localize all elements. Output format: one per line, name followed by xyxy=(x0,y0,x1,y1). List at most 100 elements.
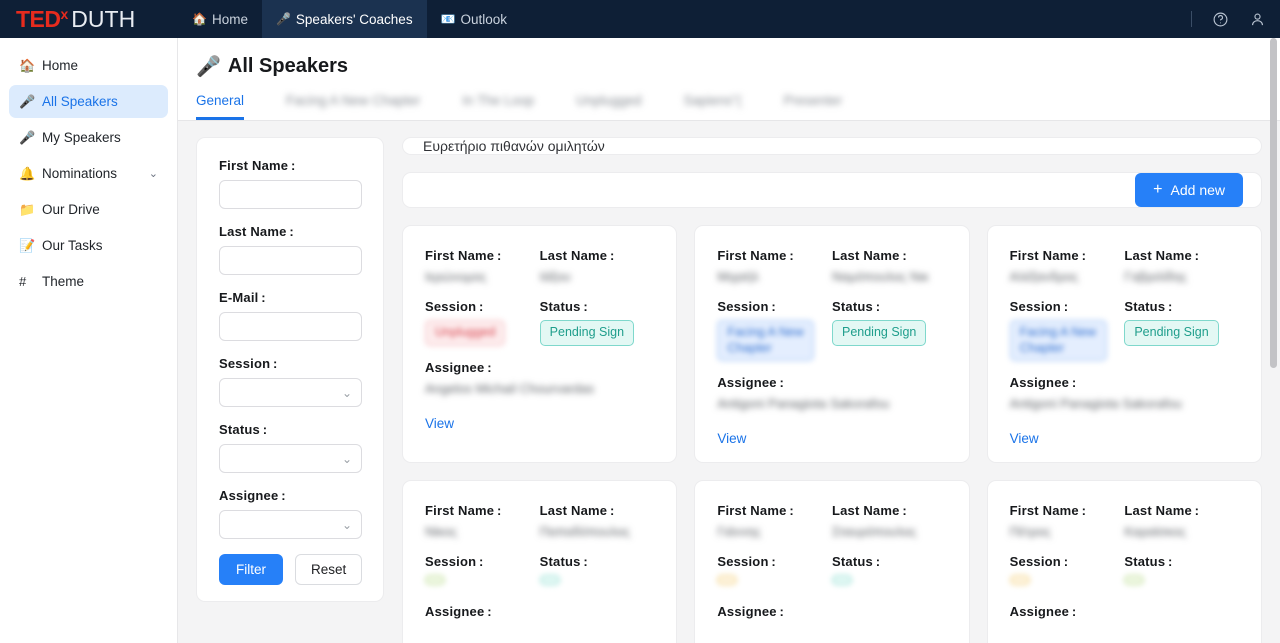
first-name-label: First Name : xyxy=(717,248,794,263)
tab-presenter[interactable]: Presenter xyxy=(784,93,843,120)
filter-session-label: Session : xyxy=(219,356,278,371)
page-header: 🎤 All Speakers General Facing A New Chap… xyxy=(178,38,1280,121)
last-name-value: Σταυρόπουλος xyxy=(831,524,917,540)
add-new-button[interactable]: + Add new xyxy=(1135,173,1243,207)
top-header-bar: TED x DUTH 🏠 Home 🎤 Speakers' Coaches 📧 O… xyxy=(0,0,1280,38)
chevron-down-icon[interactable]: ⌄ xyxy=(149,167,158,180)
plus-icon: + xyxy=(1153,181,1163,198)
sidebar-item-our-drive[interactable]: 📁 Our Drive xyxy=(9,193,168,226)
session-badge: Facing A New Chapter xyxy=(717,320,815,362)
assignee-value: Antigoni Panagiota Sakorafou xyxy=(717,396,890,412)
view-link[interactable]: View xyxy=(425,416,454,431)
user-icon[interactable] xyxy=(1249,11,1266,28)
microphone-icon: 🎤 xyxy=(19,94,36,109)
last-name-value: Ιάξου xyxy=(539,269,571,284)
first-name-value: Ιερώνυμος xyxy=(425,269,487,284)
mail-icon: 📧 xyxy=(440,12,456,26)
filter-button[interactable]: Filter xyxy=(219,554,283,585)
tab-general[interactable]: General xyxy=(196,93,245,120)
topnav-label-home: Home xyxy=(211,11,248,27)
filter-status-select[interactable]: ⌄ xyxy=(219,444,362,473)
sidebar-item-nominations[interactable]: 🔔 Nominations ⌄ xyxy=(9,157,168,190)
reset-button[interactable]: Reset xyxy=(295,554,363,585)
session-label: Session : xyxy=(1009,299,1069,314)
tab-in-the-loop[interactable]: In The Loop xyxy=(462,93,534,120)
status-badge xyxy=(539,575,560,586)
first-name-label: First Name : xyxy=(425,503,502,519)
add-new-label: Add new xyxy=(1170,182,1225,198)
first-name-value: Πέτρος xyxy=(1009,524,1051,540)
filter-email-label: E-Mail : xyxy=(219,290,266,305)
sidebar-item-my-speakers[interactable]: 🎤 My Speakers xyxy=(9,121,168,154)
tab-facing-a-new-chapter[interactable]: Facing A New Chapter xyxy=(286,93,420,120)
topnav-item-home[interactable]: 🏠 Home xyxy=(178,0,262,38)
speaker-card-grid: First Name : Ιερώνυμος Last Name : Ιάξου xyxy=(402,225,1262,643)
status-badge xyxy=(1124,575,1145,586)
tab-unplugged[interactable]: Unplugged xyxy=(576,93,641,120)
filter-session-select[interactable]: ⌄ xyxy=(219,378,362,407)
topnav-item-outlook[interactable]: 📧 Outlook xyxy=(427,0,521,38)
first-name-value: Νίκος xyxy=(425,524,458,540)
filter-assignee-select[interactable]: ⌄ xyxy=(219,510,362,539)
status-label: Status : xyxy=(831,299,881,314)
filter-first-name-label: First Name : xyxy=(219,158,296,173)
view-link[interactable]: View xyxy=(1010,431,1039,446)
scrollbar-thumb[interactable] xyxy=(1270,38,1277,368)
microphone-icon: 🎤 xyxy=(275,12,291,26)
topnav-item-speakers-coaches[interactable]: 🎤 Speakers' Coaches xyxy=(261,0,427,38)
sidebar-item-all-speakers[interactable]: 🎤 All Speakers xyxy=(9,85,168,118)
filter-email-input[interactable] xyxy=(219,312,362,341)
main-region: 🎤 All Speakers General Facing A New Chap… xyxy=(178,38,1280,643)
topnav-label-outlook: Outlook xyxy=(460,11,508,27)
filter-assignee-label: Assignee : xyxy=(219,488,286,503)
filter-last-name-input[interactable] xyxy=(219,246,362,275)
page-title-text: All Speakers xyxy=(227,55,348,77)
assignee-label: Assignee : xyxy=(1009,375,1077,391)
sidebar-item-label: Home xyxy=(42,58,79,73)
status-badge: Pending Sign xyxy=(539,320,635,346)
speaker-card[interactable]: First Name : Γιάννης Last Name : Σταυρόπ… xyxy=(694,480,970,643)
chevron-down-icon: ⌄ xyxy=(341,385,352,400)
session-badge: Unplugged xyxy=(425,320,506,346)
sidebar-item-label: Nominations xyxy=(42,166,118,181)
sidebar-item-home[interactable]: 🏠 Home xyxy=(9,49,168,82)
sidebar-item-label: All Speakers xyxy=(42,94,118,109)
brand-logo[interactable]: TED x DUTH xyxy=(0,0,178,38)
vertical-scrollbar[interactable] xyxy=(1269,38,1278,643)
index-panel: Ευρετήριο πιθανών ομιλητών xyxy=(402,137,1262,155)
session-label: Session : xyxy=(425,554,484,570)
actions-panel: + Add new xyxy=(402,172,1262,208)
house-icon: 🏠 xyxy=(19,58,36,73)
assignee-value xyxy=(717,625,946,642)
top-header-actions xyxy=(1191,0,1280,38)
status-badge xyxy=(831,575,852,586)
sidebar-item-our-tasks[interactable]: 📝 Our Tasks xyxy=(9,229,168,262)
tab-sapiens[interactable]: Sapiens"( xyxy=(683,93,741,120)
memo-icon: 📝 xyxy=(19,238,36,253)
session-label: Session : xyxy=(717,554,776,570)
results-column: Ευρετήριο πιθανών ομιλητών + Add new Fir… xyxy=(402,137,1262,643)
session-badge xyxy=(717,575,738,586)
last-name-value: Καραϊσκος xyxy=(1124,524,1187,540)
speaker-card[interactable]: First Name : Ιερώνυμος Last Name : Ιάξου xyxy=(402,225,678,464)
filter-first-name-input[interactable] xyxy=(219,180,362,209)
view-link[interactable]: View xyxy=(717,431,746,446)
sidebar-item-label: Our Drive xyxy=(42,202,100,217)
first-name-value: Γιάννης xyxy=(717,524,761,540)
bell-icon: 🔔 xyxy=(19,166,36,181)
status-badge: Pending Sign xyxy=(831,320,927,346)
help-circle-icon[interactable] xyxy=(1212,11,1229,28)
house-icon: 🏠 xyxy=(192,12,207,26)
assignee-value: Antigoni Panagiota Sakorafou xyxy=(1009,396,1182,412)
index-panel-text: Ευρετήριο πιθανών ομιλητών xyxy=(423,138,605,154)
speaker-card[interactable]: First Name : Νίκος Last Name : Παπαδόπου… xyxy=(402,480,678,643)
speaker-card[interactable]: First Name : Πέτρος Last Name : Καραϊσκο… xyxy=(986,480,1262,643)
last-name-label: Last Name : xyxy=(1124,248,1200,263)
speaker-card[interactable]: First Name : Αλέξανδρος Last Name : Γαβρ… xyxy=(986,225,1262,464)
sidebar-item-label: Our Tasks xyxy=(42,238,103,253)
last-name-value: Γαβριλίδης xyxy=(1124,269,1187,284)
speaker-card[interactable]: First Name : Μιχαήλ Last Name : Ναμόπουλ… xyxy=(694,225,970,464)
sidebar-item-theme[interactable]: # Theme xyxy=(9,265,168,298)
status-label: Status : xyxy=(1124,554,1173,570)
microphone-icon: 🎤 xyxy=(196,56,221,78)
